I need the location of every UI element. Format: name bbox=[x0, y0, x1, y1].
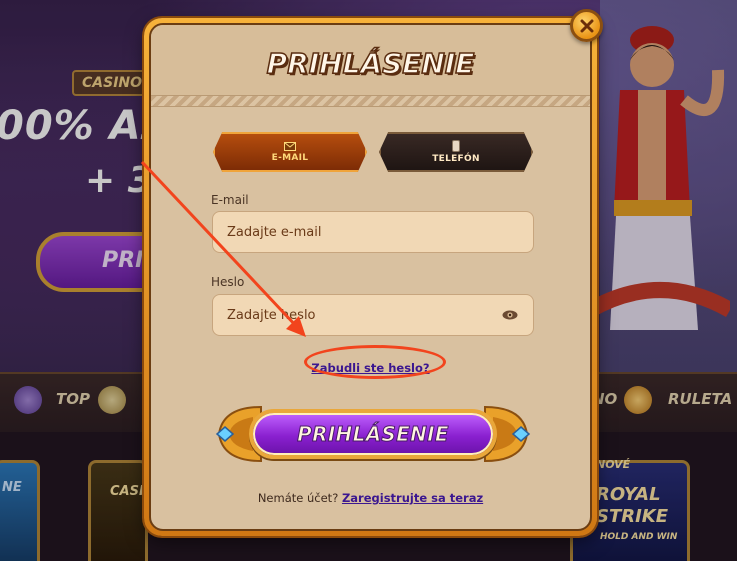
signup-row: Nemáte účet? Zaregistrujte sa teraz bbox=[151, 491, 590, 505]
envelope-icon bbox=[284, 141, 296, 151]
login-modal: PRIHLÁSENIE E-MAIL TELEFÓN E-mail Heslo bbox=[144, 18, 597, 536]
login-submit-label: PRIHLÁSENIE bbox=[297, 422, 449, 447]
close-modal-button[interactable] bbox=[570, 9, 603, 42]
modal-title: PRIHLÁSENIE bbox=[266, 46, 475, 81]
password-label: Heslo bbox=[211, 275, 245, 289]
password-field[interactable] bbox=[227, 307, 501, 323]
login-submit-button[interactable]: PRIHLÁSENIE bbox=[249, 409, 497, 459]
forgot-password-highlight-annotation bbox=[304, 345, 446, 379]
email-label: E-mail bbox=[211, 193, 249, 207]
tab-phone[interactable]: TELEFÓN bbox=[379, 132, 533, 172]
email-field-wrapper bbox=[212, 211, 534, 253]
modal-header: PRIHLÁSENIE bbox=[151, 25, 590, 95]
signup-link[interactable]: Zaregistrujte sa teraz bbox=[342, 491, 483, 505]
tab-email-label: E-MAIL bbox=[271, 152, 309, 163]
submit-button-frame: PRIHLÁSENIE bbox=[213, 397, 533, 471]
login-modal-body: PRIHLÁSENIE E-MAIL TELEFÓN E-mail Heslo bbox=[149, 23, 592, 531]
ornamental-divider bbox=[151, 95, 590, 107]
close-icon bbox=[580, 19, 593, 32]
tab-phone-label: TELEFÓN bbox=[432, 154, 480, 164]
phone-icon bbox=[452, 140, 460, 152]
email-field[interactable] bbox=[227, 224, 519, 240]
eye-icon[interactable] bbox=[501, 306, 519, 324]
signup-prompt: Nemáte účet? bbox=[257, 491, 339, 505]
password-field-wrapper bbox=[212, 294, 534, 336]
tab-email[interactable]: E-MAIL bbox=[213, 132, 367, 172]
